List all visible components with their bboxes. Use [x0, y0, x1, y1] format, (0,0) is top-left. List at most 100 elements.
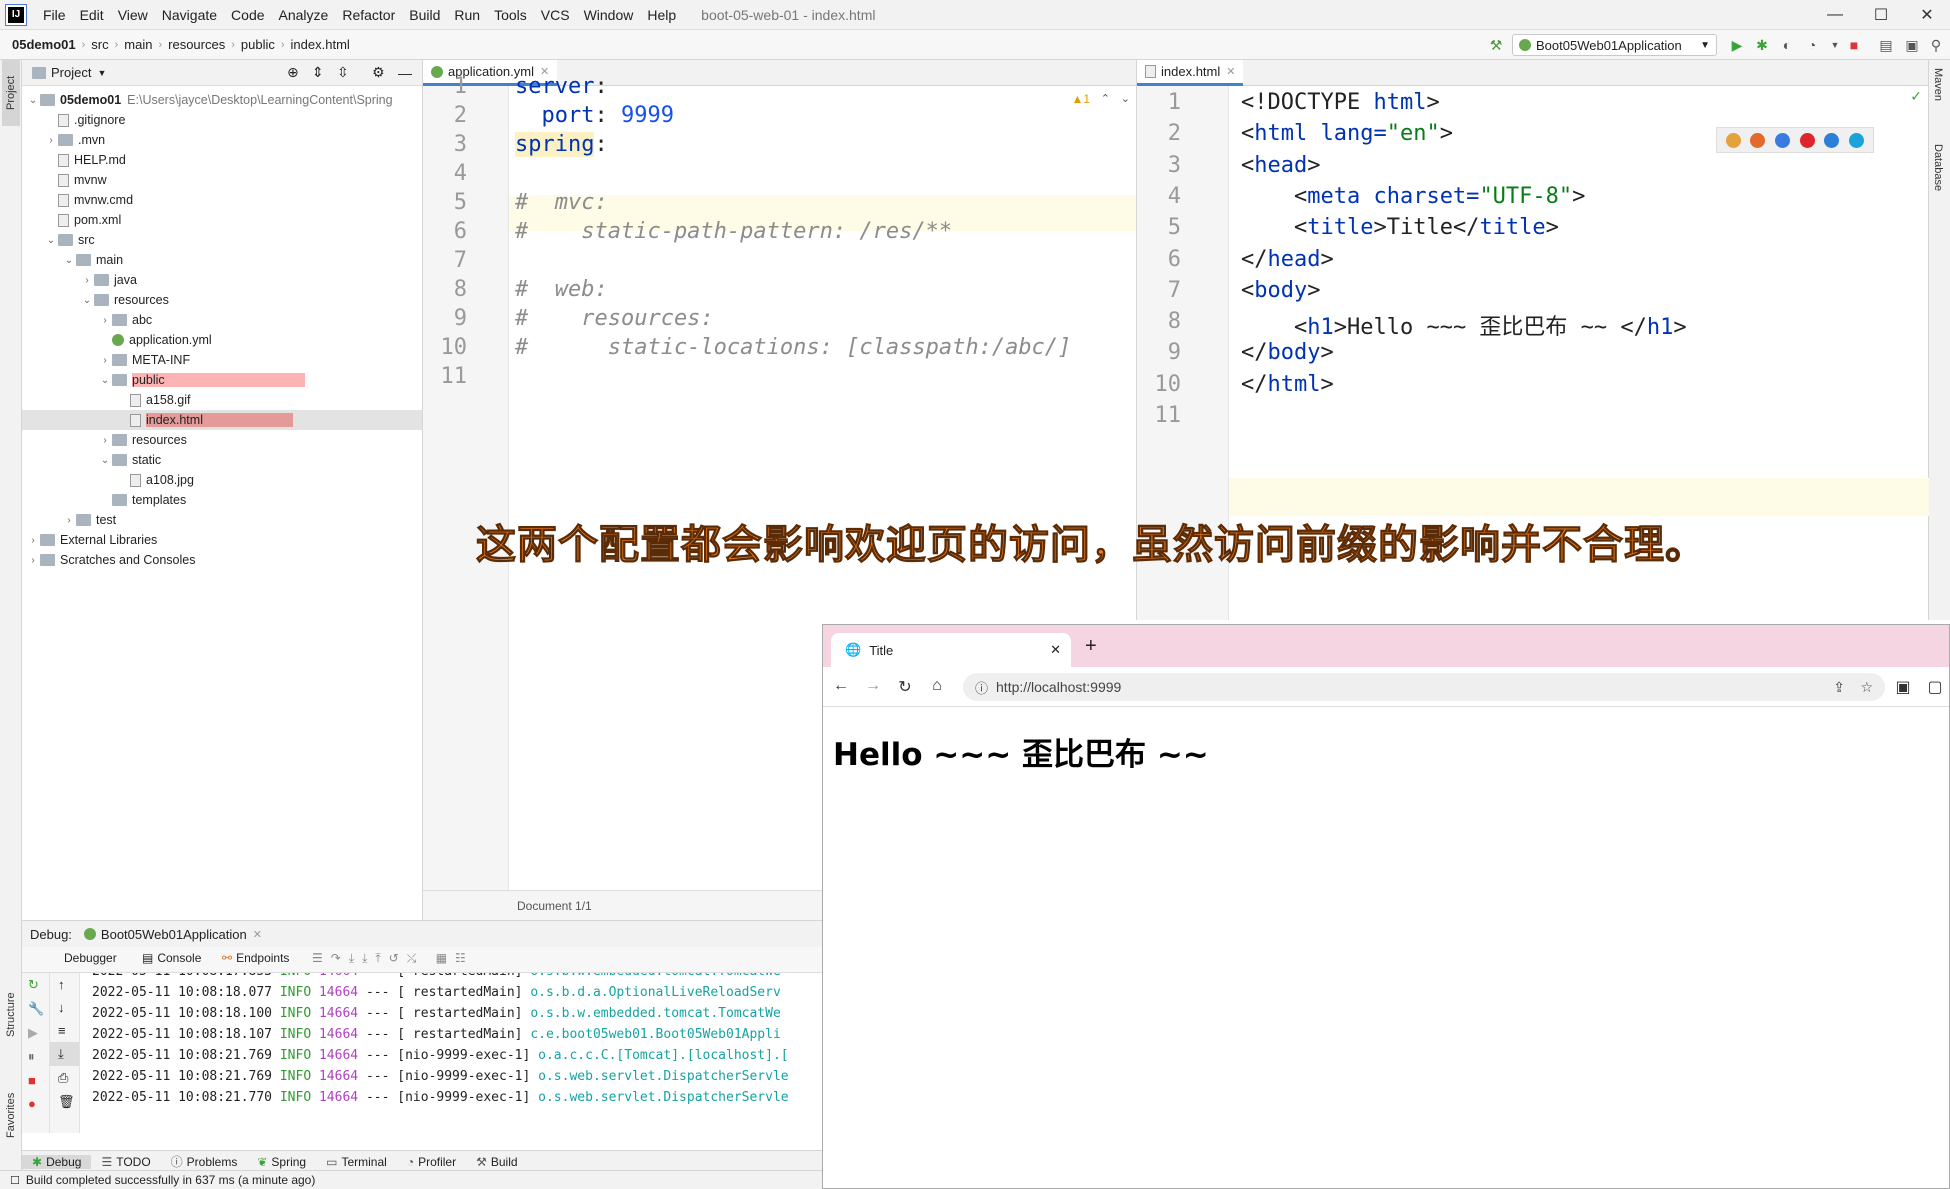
gear-icon[interactable]: ⚙ — [372, 64, 385, 81]
bottom-tab[interactable]: ⓘ Problems — [161, 1153, 248, 1170]
expand-arrow-icon[interactable]: › — [98, 435, 112, 446]
expand-arrow-icon[interactable]: › — [26, 555, 40, 566]
build-hammer-icon[interactable]: ⚒ — [1488, 37, 1504, 53]
firefox-icon[interactable] — [1750, 132, 1766, 148]
bottom-tab[interactable]: ⚒ Build — [466, 1155, 527, 1169]
tree-item[interactable]: HELP.md — [22, 150, 422, 170]
home-icon[interactable]: ⌂ — [927, 677, 947, 695]
code-line[interactable]: <body> — [1241, 278, 1320, 303]
breadcrumb-item[interactable]: src — [91, 37, 108, 52]
tab-console[interactable]: ▤ Console — [142, 951, 201, 965]
menu-item[interactable]: Refactor — [335, 0, 402, 30]
tree-item[interactable]: ⌄ src — [22, 230, 422, 250]
expand-all-icon[interactable]: ⇕ — [312, 64, 324, 81]
code-line[interactable]: <head> — [1241, 153, 1320, 178]
coverage-icon[interactable]: ◐ — [1779, 37, 1795, 53]
code-line[interactable]: </body> — [1241, 340, 1334, 365]
close-tab-icon[interactable]: ✕ — [1226, 65, 1235, 78]
tree-item[interactable]: › test — [22, 510, 422, 530]
safari-icon[interactable] — [1775, 132, 1791, 148]
favorites-tool-tab[interactable]: Favorites — [2, 1070, 20, 1160]
expand-arrow-icon[interactable]: ⌄ — [26, 95, 40, 106]
code-line[interactable]: # mvc: — [515, 190, 608, 215]
breakpoints-icon[interactable]: ● — [22, 1092, 49, 1115]
tree-item[interactable]: pom.xml — [22, 210, 422, 230]
console-log[interactable]: 2022-05-11 10:08:17.853 INFO 14664 --- [… — [92, 973, 822, 1133]
expand-arrow-icon[interactable]: ⌄ — [98, 455, 112, 466]
settings-icon[interactable]: 🔧 — [22, 997, 49, 1021]
menu-item[interactable]: Run — [447, 0, 487, 30]
menu-item[interactable]: Build — [402, 0, 447, 30]
hide-icon[interactable]: — — [398, 65, 412, 81]
menu-item[interactable]: Code — [224, 0, 271, 30]
code-line[interactable]: spring: — [515, 132, 608, 157]
code-line[interactable]: <h1>Hello ~~~ 歪比巴布 ~~ </h1> — [1241, 309, 1687, 341]
tree-item[interactable]: › META-INF — [22, 350, 422, 370]
code-line[interactable]: <!DOCTYPE html> — [1241, 90, 1440, 115]
warning-indicator[interactable]: ▲1 — [1071, 92, 1090, 106]
tree-item[interactable]: › java — [22, 270, 422, 290]
code-line[interactable]: # static-locations: [classpath:/abc/] — [515, 335, 1071, 360]
close-tab-icon[interactable]: ✕ — [1050, 642, 1061, 658]
browser-tab[interactable]: 🌐 Title ✕ — [831, 633, 1071, 667]
expand-arrow-icon[interactable]: › — [62, 515, 76, 526]
expand-arrow-icon[interactable]: › — [98, 355, 112, 366]
code-line[interactable]: <title>Title</title> — [1241, 215, 1559, 240]
extension-icon[interactable]: ▣ — [1893, 677, 1913, 697]
tree-item[interactable]: ⌄ main — [22, 250, 422, 270]
maven-tool-tab[interactable]: Maven — [1932, 68, 1944, 101]
breadcrumb-item[interactable]: public — [241, 37, 275, 52]
menu-item[interactable]: View — [111, 0, 155, 30]
project-structure-icon[interactable]: ▤ — [1878, 37, 1894, 53]
tree-item[interactable]: mvnw.cmd — [22, 190, 422, 210]
code-line[interactable]: </head> — [1241, 247, 1334, 272]
ie-icon[interactable] — [1824, 132, 1840, 148]
stop-icon[interactable]: ■ — [22, 1069, 49, 1092]
tree-item[interactable]: ⌄ 05demo01 E:\Users\jayce\Desktop\Learning… — [22, 90, 422, 110]
new-tab-icon[interactable]: + — [1085, 635, 1097, 658]
close-window-icon[interactable]: ✕ — [1904, 0, 1950, 30]
tree-item[interactable]: ⌄ public — [22, 370, 422, 390]
tree-item[interactable]: a158.gif — [22, 390, 422, 410]
menu-item[interactable]: Analyze — [272, 0, 336, 30]
bottom-tab[interactable]: ✱ Debug — [22, 1154, 92, 1169]
menu-item[interactable]: VCS — [534, 0, 577, 30]
trash-icon[interactable]: 🗑 — [50, 1090, 79, 1114]
code-line[interactable]: # web: — [515, 277, 608, 302]
tree-item[interactable]: › abc — [22, 310, 422, 330]
maximize-icon[interactable]: ☐ — [1858, 0, 1904, 30]
tree-item[interactable]: ⌄ resources — [22, 290, 422, 310]
tab-endpoints[interactable]: ⚯ Endpoints — [222, 951, 289, 965]
code-line[interactable]: server: — [515, 74, 608, 99]
scroll-to-end-icon[interactable]: ⤓ — [50, 1042, 79, 1066]
expand-arrow-icon[interactable]: › — [44, 135, 58, 146]
tree-item[interactable]: › .mvn — [22, 130, 422, 150]
edge-icon[interactable] — [1849, 132, 1865, 148]
search-icon[interactable]: ⚲ — [1928, 37, 1944, 53]
print-icon[interactable]: ⎙ — [50, 1066, 79, 1090]
expand-arrow-icon[interactable]: › — [80, 275, 94, 286]
tree-item[interactable]: › Scratches and Consoles — [22, 550, 422, 570]
code-line[interactable]: <html lang="en"> — [1241, 121, 1453, 146]
tree-item[interactable]: .gitignore — [22, 110, 422, 130]
opera-icon[interactable] — [1799, 132, 1815, 148]
debug-config-tab[interactable]: Boot05Web01Application — [101, 927, 247, 942]
forward-icon[interactable]: → — [863, 677, 883, 695]
layout-icon[interactable]: ▣ — [1904, 37, 1920, 53]
run-icon[interactable]: ▶ — [1729, 37, 1745, 53]
bottom-tab[interactable]: ❦ Spring — [247, 1155, 316, 1169]
sidebar-icon[interactable]: ▢ — [1925, 677, 1945, 697]
collapse-all-icon[interactable]: ⇳ — [337, 64, 349, 81]
tree-item[interactable]: mvnw — [22, 170, 422, 190]
menu-item[interactable]: Tools — [487, 0, 534, 30]
run-configuration-select[interactable]: Boot05Web01Application ▼ — [1512, 34, 1717, 56]
tree-item[interactable]: templates — [22, 490, 422, 510]
share-icon[interactable]: ⇪ — [1833, 679, 1845, 696]
back-icon[interactable]: ← — [831, 677, 851, 695]
rerun-icon[interactable]: ↻ — [22, 973, 49, 997]
project-tool-tab[interactable]: Project — [2, 60, 20, 126]
chevron-down-icon[interactable]: ⌄ — [1121, 92, 1130, 105]
pause-icon[interactable]: ⏸ — [22, 1045, 49, 1069]
tree-item[interactable]: index.html — [22, 410, 422, 430]
tab-debugger[interactable]: Debugger — [64, 951, 117, 965]
